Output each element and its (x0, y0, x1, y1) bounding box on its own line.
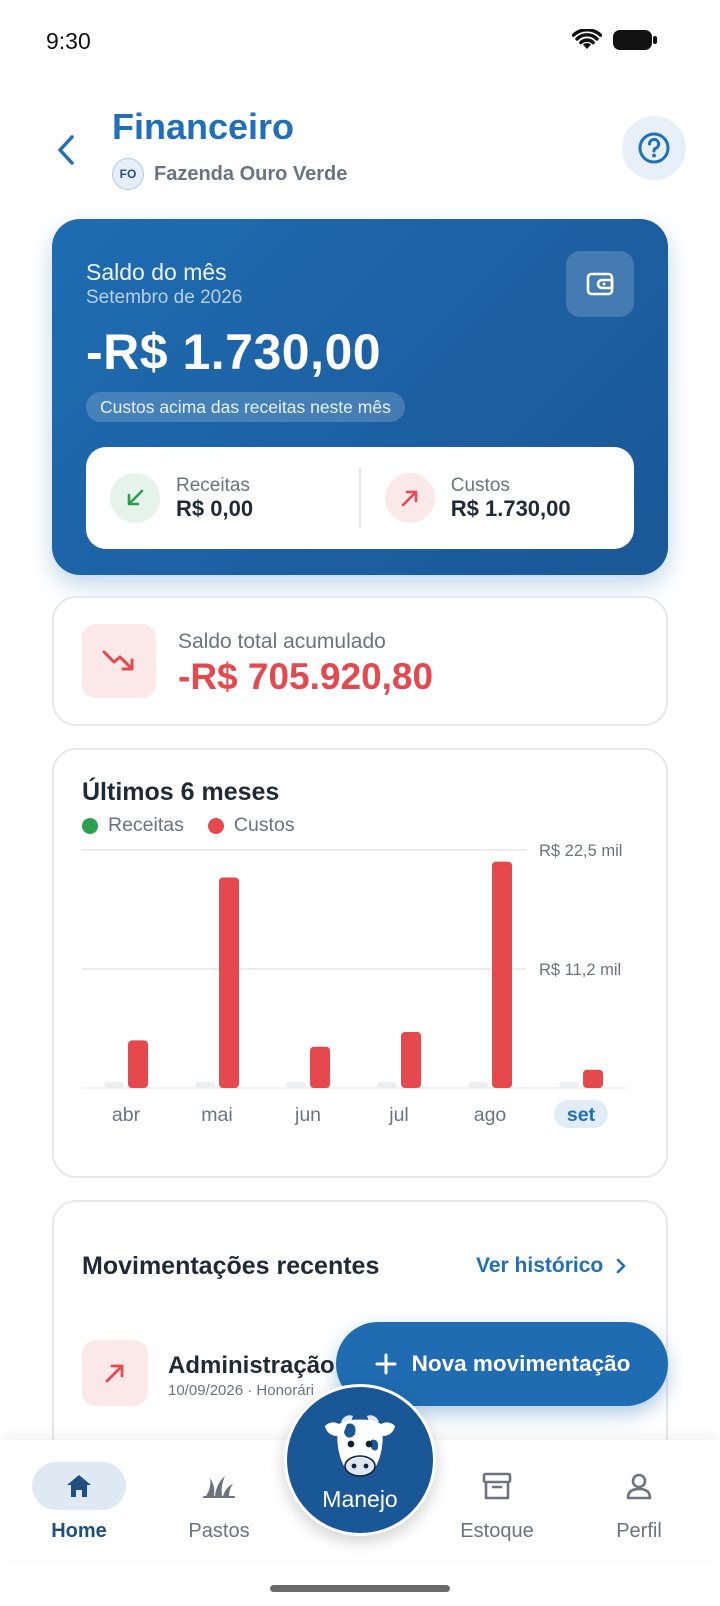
x-tick-label: mai (201, 1104, 232, 1126)
bar-custos (492, 861, 512, 1088)
farm-name: Fazenda Ouro Verde (154, 162, 348, 185)
history-link-label: Ver histórico (476, 1254, 604, 1277)
balance-period: Setembro de 2026 (86, 287, 243, 308)
status-icons (572, 28, 658, 52)
status-time: 9:30 (46, 28, 91, 54)
bar-receitas (104, 1082, 124, 1088)
trending-down-icon (102, 650, 134, 671)
bar-receitas (559, 1082, 579, 1088)
wallet-button[interactable] (566, 251, 634, 317)
nav-home[interactable]: Home (32, 1440, 126, 1560)
bar-chart: R$ 11,2 mil R$ 22,5 mil abr mai jun jul ago set (82, 842, 628, 1128)
history-link[interactable]: Ver histórico (476, 1254, 627, 1278)
cost-value: R$ 1.730,00 (450, 496, 571, 521)
help-button[interactable] (622, 116, 686, 180)
cow-icon (325, 1415, 395, 1477)
income-value: R$ 0,00 (176, 496, 254, 521)
wifi-icon (572, 29, 602, 49)
chevron-left-icon (58, 135, 74, 165)
y-tick-label: R$ 11,2 mil (539, 961, 621, 979)
home-icon (67, 1475, 91, 1497)
nav-perfil-label: Perfil (616, 1520, 662, 1542)
accumulated-balance-card: Saldo total acumulado -R$ 705.920,80 (52, 596, 668, 726)
accumulated-label: Saldo total acumulado (178, 630, 386, 653)
cost-summary: Custos R$ 1.730,00 (361, 447, 634, 549)
bar-custos (219, 877, 239, 1088)
accumulated-value: -R$ 705.920,80 (178, 656, 434, 697)
balance-note: Custos acima das receitas neste mês (86, 392, 405, 422)
month-balance-card: Saldo do mês Setembro de 2026 -R$ 1.730,… (52, 219, 668, 575)
transaction-title[interactable]: Administração (168, 1352, 335, 1380)
chevron-right-icon (616, 1258, 626, 1274)
grass-icon (203, 1476, 235, 1498)
bar-receitas (286, 1082, 306, 1088)
manejo-button[interactable]: Manejo (284, 1384, 436, 1536)
income-cost-summary: Receitas R$ 0,00 Custos R$ 1.730,00 (86, 447, 634, 549)
help-icon (638, 132, 670, 164)
recent-title: Movimentações recentes (82, 1252, 380, 1280)
nav-pastos-label: Pastos (188, 1520, 250, 1542)
bar-custos (583, 1069, 603, 1088)
bar-custos (310, 1046, 330, 1088)
bar-receitas (377, 1082, 397, 1088)
chart-card: Últimos 6 meses Receitas Custos R$ 11,2 … (52, 748, 668, 1178)
farm-avatar: FO (112, 158, 144, 190)
archive-icon (482, 1472, 512, 1500)
nav-home-pill (32, 1462, 126, 1510)
farm-selector[interactable]: FO Fazenda Ouro Verde (112, 158, 347, 190)
cost-label: Custos (450, 475, 510, 496)
arrow-up-right-icon (105, 1364, 124, 1383)
new-transaction-label: Nova movimentação (411, 1351, 631, 1376)
nav-estoque[interactable]: Estoque (450, 1440, 544, 1560)
x-tick-label: jun (294, 1104, 321, 1126)
home-indicator (270, 1585, 450, 1592)
bar-receitas (468, 1082, 488, 1088)
balance-amount: -R$ 1.730,00 (86, 324, 382, 380)
trend-icon-wrap (82, 624, 156, 698)
y-tick-label: R$ 22,5 mil (539, 842, 622, 860)
nav-pastos-pill (172, 1462, 266, 1510)
arrow-up-right-icon (401, 490, 418, 507)
plus-icon (375, 1353, 397, 1375)
cost-icon-wrap (384, 473, 435, 523)
wallet-icon (586, 272, 614, 296)
x-tick-label: jul (388, 1104, 409, 1126)
bar-custos (128, 1040, 148, 1088)
x-tick-label: ago (474, 1104, 507, 1126)
back-button[interactable] (48, 128, 84, 172)
nav-perfil[interactable]: Perfil (592, 1440, 686, 1560)
nav-estoque-pill (450, 1462, 544, 1510)
x-tick-label: set (567, 1104, 596, 1126)
income-icon-wrap (110, 473, 160, 523)
bar-receitas (195, 1082, 215, 1088)
transaction-icon-wrap (82, 1340, 148, 1406)
nav-estoque-label: Estoque (460, 1520, 534, 1542)
income-summary: Receitas R$ 0,00 (86, 447, 359, 549)
bar-custos (401, 1031, 421, 1088)
arrow-down-left-icon (127, 489, 144, 506)
transaction-subtitle: 10/09/2026 · Honorári (168, 1382, 314, 1399)
user-icon (626, 1473, 652, 1500)
x-tick-label: abr (112, 1104, 141, 1126)
battery-icon (613, 30, 657, 50)
nav-perfil-pill (592, 1462, 686, 1510)
manejo-label: Manejo (322, 1486, 398, 1512)
income-label: Receitas (176, 475, 250, 496)
nav-home-label: Home (51, 1520, 107, 1542)
balance-label: Saldo do mês (86, 259, 227, 285)
page-title: Financeiro (112, 106, 295, 147)
nav-pastos[interactable]: Pastos (172, 1440, 266, 1560)
